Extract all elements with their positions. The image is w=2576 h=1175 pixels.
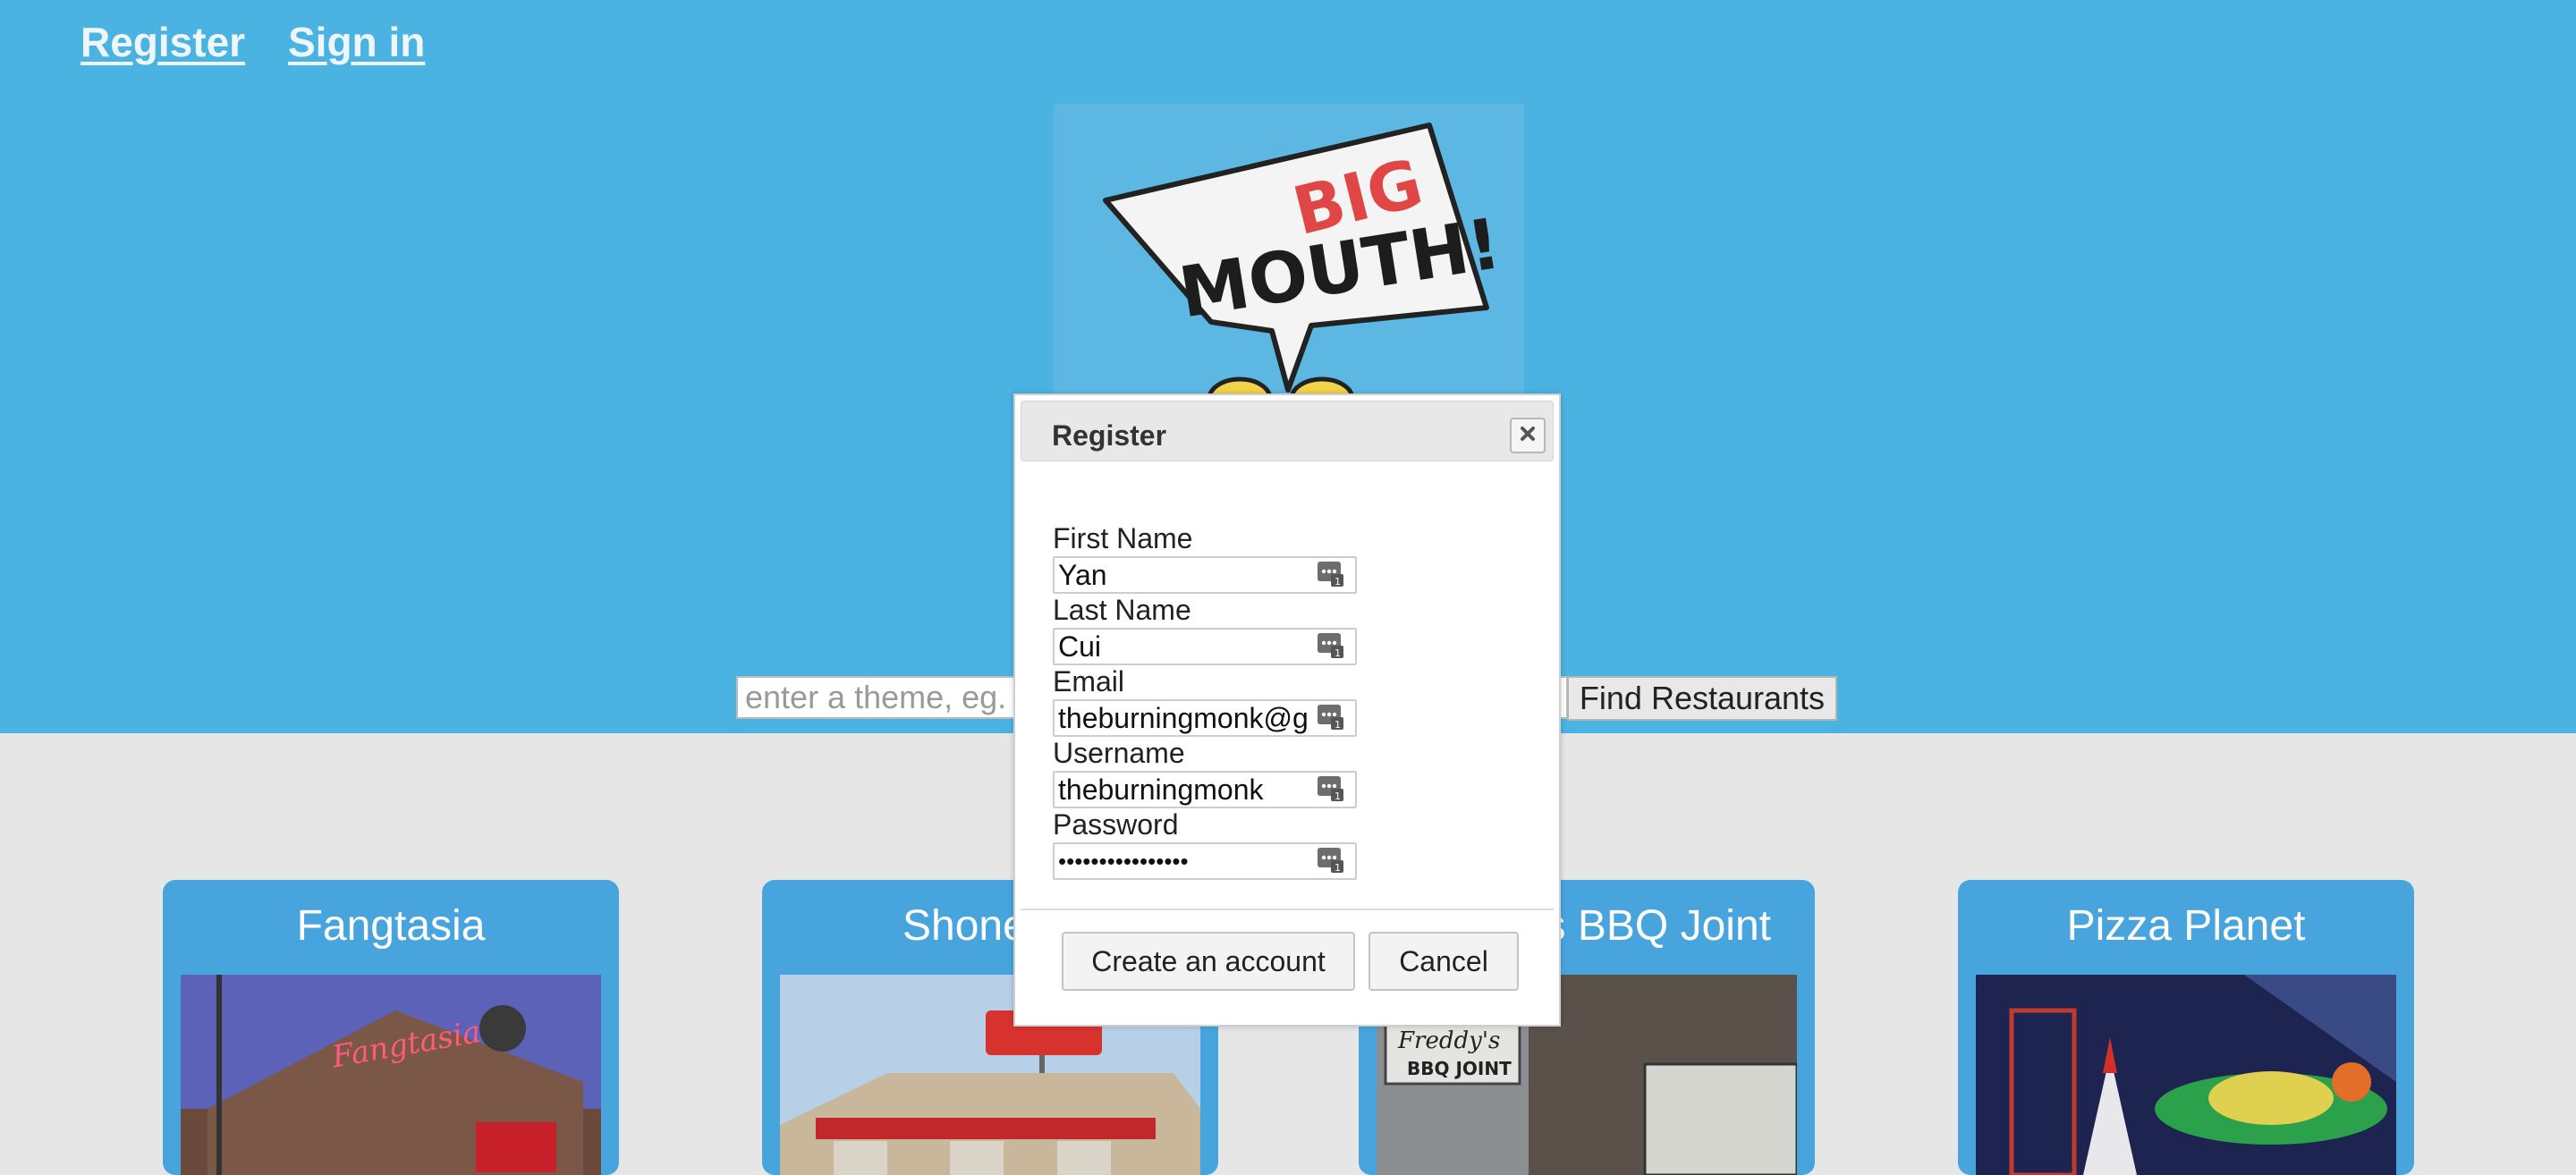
- password-manager-icon[interactable]: 1: [1318, 562, 1344, 588]
- username-field[interactable]: [1053, 771, 1357, 808]
- password-manager-icon[interactable]: 1: [1318, 848, 1344, 874]
- svg-text:1: 1: [1335, 790, 1341, 801]
- big-mouth-logo: BIG MOUTH!: [1054, 104, 1524, 399]
- find-restaurants-button[interactable]: Find Restaurants: [1567, 676, 1837, 721]
- restaurant-name: Fangtasia: [296, 902, 486, 950]
- signin-link[interactable]: Sign in: [288, 18, 425, 66]
- close-icon: [1520, 426, 1536, 446]
- first-name-field[interactable]: [1053, 556, 1357, 594]
- restaurant-card-pizza-planet[interactable]: Pizza Planet: [1958, 880, 2414, 1175]
- email-label: Email: [1053, 665, 1125, 697]
- username-label: Username: [1053, 737, 1185, 769]
- restaurant-photo: Fangtasia: [181, 975, 601, 1175]
- register-link[interactable]: Register: [80, 18, 245, 66]
- password-field[interactable]: [1053, 842, 1357, 880]
- svg-text:1: 1: [1335, 576, 1341, 587]
- password-label: Password: [1053, 808, 1179, 841]
- first-name-label: First Name: [1053, 522, 1193, 554]
- svg-text:1: 1: [1335, 719, 1341, 730]
- create-account-button[interactable]: Create an account: [1062, 932, 1355, 991]
- svg-text:Freddy's: Freddy's: [1397, 1027, 1500, 1054]
- svg-text:BBQ JOINT: BBQ JOINT: [1407, 1058, 1512, 1079]
- restaurant-photo: [1976, 975, 2396, 1175]
- restaurant-name: Pizza Planet: [2066, 902, 2306, 950]
- last-name-label: Last Name: [1053, 594, 1191, 626]
- password-manager-icon[interactable]: 1: [1318, 633, 1344, 659]
- cancel-button[interactable]: Cancel: [1368, 932, 1519, 991]
- svg-text:1: 1: [1335, 862, 1341, 873]
- dialog-header: Register: [1021, 401, 1554, 461]
- password-manager-icon[interactable]: 1: [1318, 776, 1344, 802]
- register-dialog: Register First Name 1 Last Name 1 Email …: [1013, 393, 1561, 1027]
- restaurant-card-fangtasia[interactable]: Fangtasia Fangtasia: [163, 880, 619, 1175]
- dialog-divider: [1021, 909, 1554, 910]
- svg-text:1: 1: [1335, 647, 1341, 658]
- close-dialog-button[interactable]: [1510, 418, 1546, 453]
- email-field[interactable]: [1053, 699, 1357, 737]
- password-manager-icon[interactable]: 1: [1318, 705, 1344, 731]
- last-name-field[interactable]: [1053, 628, 1357, 665]
- dialog-title: Register: [1052, 419, 1167, 452]
